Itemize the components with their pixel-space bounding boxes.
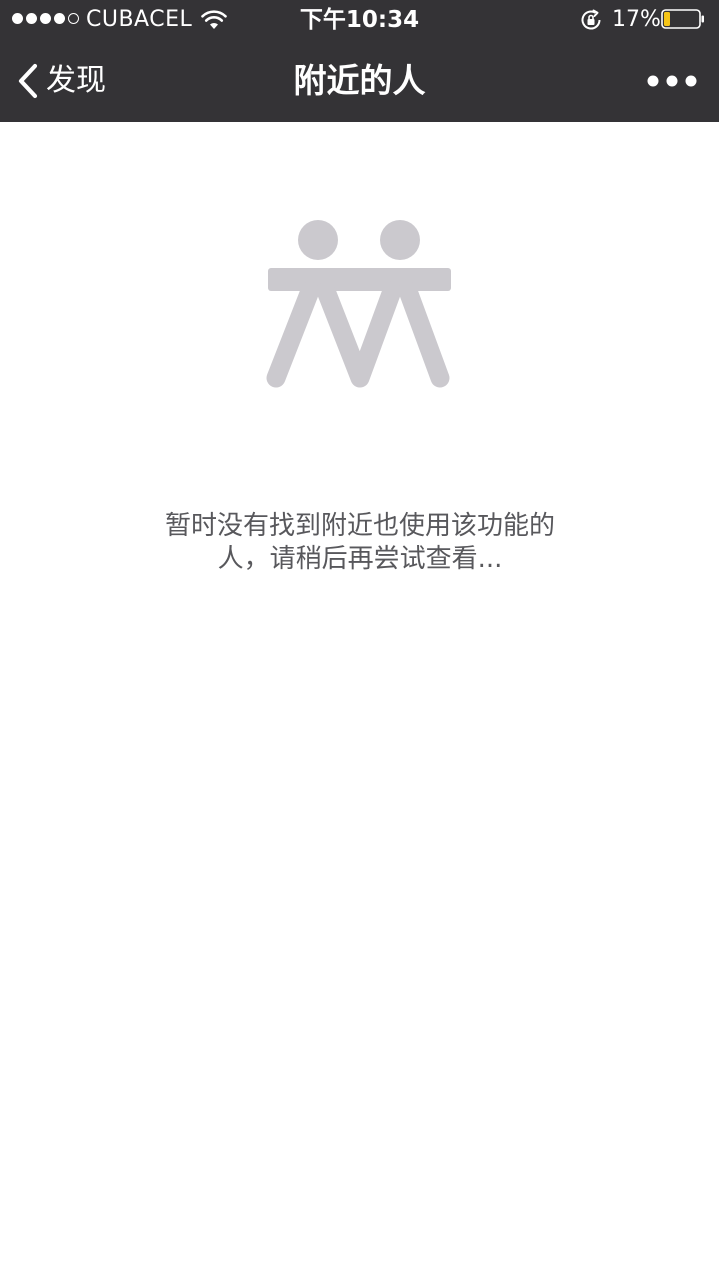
- more-dots-icon[interactable]: [646, 70, 698, 92]
- screen: CUBACEL 下午10:34 17% 发现 附近的人 暂时没有找到附近也使用该…: [0, 0, 719, 1280]
- page-title: 附近的人: [293, 61, 426, 100]
- orientation-lock-icon: [581, 9, 601, 30]
- status-bar: CUBACEL 下午10:34 17%: [0, 0, 719, 40]
- empty-state-message: 暂时没有找到附近也使用该功能的 人，请稍后再尝试查看...: [140, 510, 580, 576]
- two-people-icon: [266, 220, 451, 388]
- battery-fill: [664, 12, 670, 26]
- content-area: 暂时没有找到附近也使用该功能的 人，请稍后再尝试查看...: [0, 122, 719, 1280]
- empty-state-message-line2: 人，请稍后再尝试查看...: [217, 544, 503, 574]
- header: CUBACEL 下午10:34 17% 发现 附近的人: [0, 0, 719, 122]
- battery-icon: [661, 9, 704, 29]
- navigation-bar: 发现 附近的人: [0, 40, 719, 122]
- battery-percent: 17%: [612, 7, 661, 32]
- empty-state-message-line1: 暂时没有找到附近也使用该功能的: [164, 511, 555, 541]
